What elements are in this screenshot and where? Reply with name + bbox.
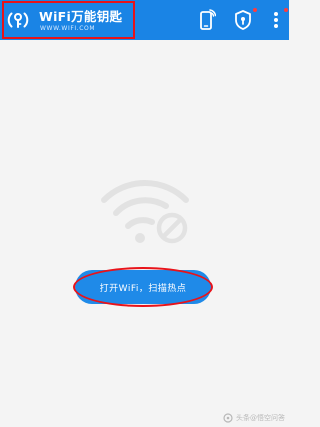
watermark-logo-icon bbox=[223, 413, 233, 423]
brand-highlight-annotation bbox=[2, 1, 135, 39]
watermark: 头条@悟空问答 bbox=[223, 413, 285, 423]
wifi-disabled-icon bbox=[98, 176, 192, 246]
open-wifi-scan-button[interactable]: 打开WiFi，扫描热点 bbox=[75, 270, 211, 304]
phone-signal-icon[interactable] bbox=[195, 8, 219, 32]
screen: WiFi万能钥匙 WWW.WIFI.COM 打开WiFi，扫描热点 头条@悟空问… bbox=[0, 0, 289, 427]
more-vert-icon[interactable] bbox=[266, 8, 286, 32]
watermark-text: 头条@悟空问答 bbox=[236, 414, 285, 422]
shield-icon[interactable] bbox=[231, 8, 255, 32]
